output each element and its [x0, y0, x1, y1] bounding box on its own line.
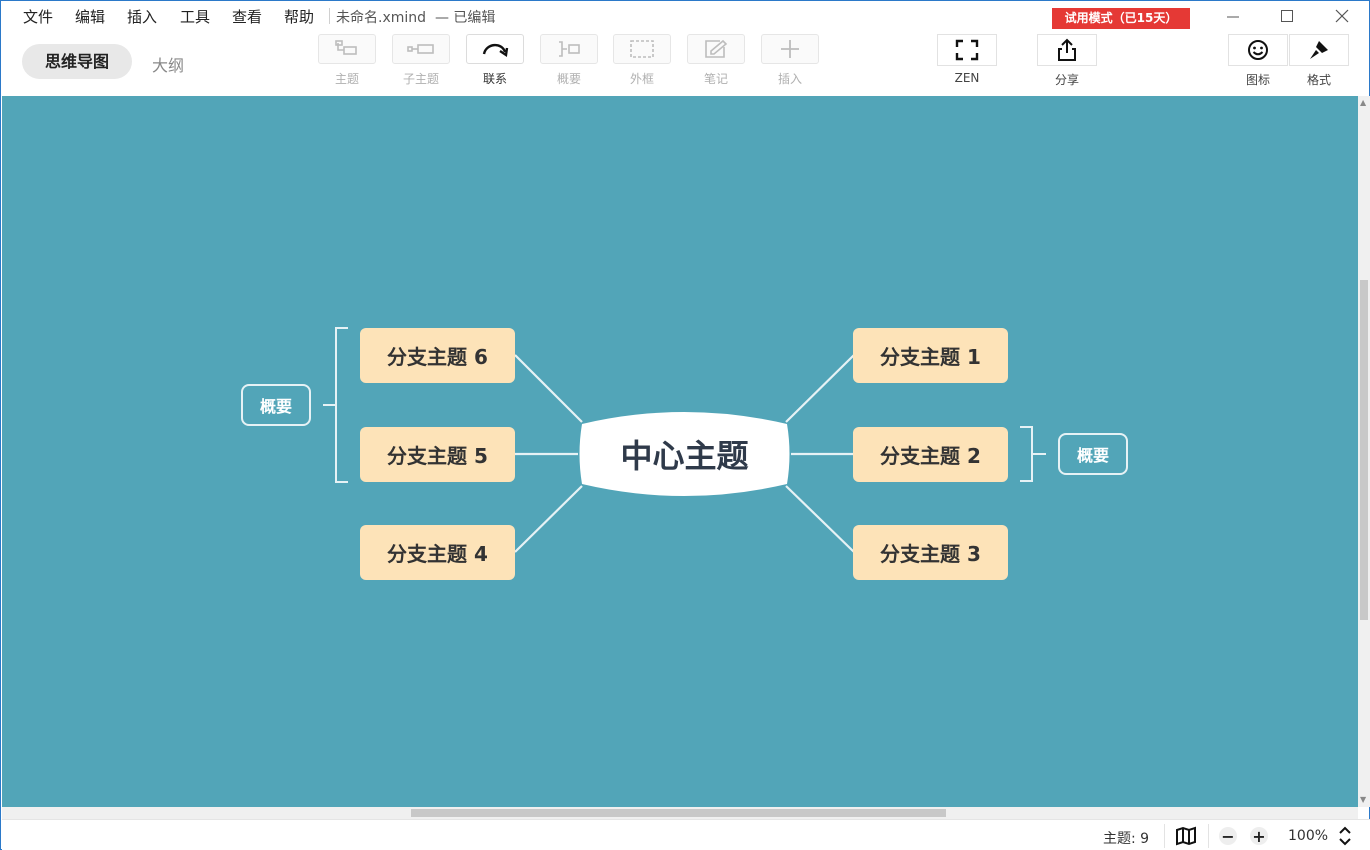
map-view-button[interactable]	[1175, 826, 1197, 850]
link-branch-1	[785, 354, 855, 423]
summary-bracket-left	[335, 327, 348, 483]
toolbar-insert-button[interactable]	[761, 34, 819, 64]
central-topic-text: 中心主题	[620, 437, 749, 475]
map-book-icon	[1176, 826, 1196, 846]
share-button[interactable]	[1037, 34, 1097, 66]
toolbar-summary-label: 概要	[556, 72, 581, 86]
sidebar-icons[interactable]: 图标	[1228, 34, 1288, 88]
icons-panel-button[interactable]	[1228, 34, 1288, 66]
document-filename: 未命名.xmind	[336, 10, 427, 26]
zen-mode[interactable]: ZEN	[937, 34, 997, 85]
menu-insert[interactable]: 插入	[127, 6, 157, 27]
menu-view[interactable]: 查看	[232, 6, 262, 27]
toolbar-subtopic-button[interactable]	[392, 34, 450, 64]
summary-topic-right[interactable]: 概要	[1058, 433, 1128, 475]
minimize-button[interactable]	[1213, 3, 1253, 29]
topic-count: 主题: 9	[1103, 831, 1150, 847]
maximize-button[interactable]	[1267, 3, 1307, 29]
scroll-down-icon[interactable]: ▼	[1360, 795, 1366, 804]
zen-label: ZEN	[954, 71, 980, 85]
central-topic[interactable]: 中心主题	[578, 408, 791, 500]
status-separator	[1208, 824, 1209, 848]
branch-topic-1[interactable]: 分支主题 1	[853, 328, 1008, 383]
smiley-icon	[1248, 40, 1268, 60]
link-branch-4	[514, 485, 583, 553]
summary-topic-left[interactable]: 概要	[241, 384, 311, 426]
close-icon	[1335, 9, 1349, 23]
fullscreen-icon	[955, 39, 979, 61]
vertical-scrollbar[interactable]: ▲ ▼	[1358, 96, 1370, 807]
summary-bracket-right	[1020, 426, 1033, 482]
format-brush-icon	[1310, 41, 1328, 59]
link-branch-3	[785, 485, 855, 553]
share[interactable]: 分享	[1037, 34, 1097, 88]
toolbar-boundary[interactable]: 外框	[613, 34, 671, 87]
branch-topic-6[interactable]: 分支主题 6	[360, 328, 515, 383]
trial-mode-badge[interactable]: 试用模式（已15天）	[1052, 8, 1190, 29]
status-bar: 主题: 9 − + 100%	[2, 819, 1370, 850]
share-upload-icon	[1058, 38, 1076, 61]
title-separator	[329, 8, 330, 24]
scroll-up-icon[interactable]: ▲	[1360, 98, 1366, 107]
plus-icon	[781, 40, 799, 58]
summary-brace-icon	[559, 41, 580, 57]
icons-panel-label: 图标	[1245, 73, 1270, 87]
menu-bar: 文件 编辑 插入 工具 查看 帮助 未命名.xmind — 已编辑 试用模式（已…	[1, 1, 1369, 31]
zen-button[interactable]	[937, 34, 997, 66]
branch-topic-5[interactable]: 分支主题 5	[360, 427, 515, 482]
toolbar-topic-label: 主题	[334, 72, 359, 86]
toolbar-summary-button[interactable]	[540, 34, 598, 64]
toolbar-summary[interactable]: 概要	[540, 34, 598, 87]
toolbar-insert-label: 插入	[777, 72, 802, 86]
menu-edit[interactable]: 编辑	[75, 6, 105, 27]
toolbar-note-label: 笔记	[703, 72, 728, 86]
topic-icon	[335, 40, 357, 55]
toolbar-note[interactable]: 笔记	[687, 34, 745, 87]
toolbar-subtopic[interactable]: 子主题	[392, 34, 450, 87]
relationship-curve-icon	[482, 43, 509, 58]
tab-mindmap[interactable]: 思维导图	[22, 44, 132, 79]
document-title: 未命名.xmind — 已编辑	[336, 7, 495, 27]
menu-file[interactable]: 文件	[23, 6, 53, 27]
horizontal-scroll-thumb[interactable]	[411, 809, 946, 817]
app-window: 文件 编辑 插入 工具 查看 帮助 未命名.xmind — 已编辑 试用模式（已…	[0, 0, 1370, 850]
toolbar-topic-button[interactable]	[318, 34, 376, 64]
subtopic-icon	[407, 44, 434, 54]
vertical-scroll-thumb[interactable]	[1360, 280, 1368, 620]
branch-topic-3[interactable]: 分支主题 3	[853, 525, 1008, 580]
format-panel-label: 格式	[1306, 73, 1331, 87]
link-branch-6	[514, 354, 583, 423]
menu-help[interactable]: 帮助	[284, 6, 314, 27]
toolbar-note-button[interactable]	[687, 34, 745, 64]
toolbar-topic[interactable]: 主题	[318, 34, 376, 87]
sidebar-format[interactable]: 格式	[1289, 34, 1349, 88]
note-edit-icon	[705, 39, 728, 58]
branch-topic-2[interactable]: 分支主题 2	[853, 427, 1008, 482]
mindmap-canvas[interactable]: 中心主题 分支主题 1 分支主题 2 分支主题 3 分支主题 4 分支主题 5 …	[2, 96, 1358, 807]
boundary-dashed-box-icon	[630, 40, 654, 58]
menu-tools[interactable]: 工具	[180, 6, 210, 27]
document-edit-status: — 已编辑	[434, 10, 496, 26]
minimize-icon	[1227, 16, 1239, 18]
share-label: 分享	[1054, 73, 1079, 87]
zoom-level[interactable]: 100%	[1288, 828, 1328, 844]
toolbar-boundary-button[interactable]	[613, 34, 671, 64]
toolbar-boundary-label: 外框	[629, 72, 654, 86]
zoom-out-icon[interactable]: −	[1219, 827, 1237, 846]
toolbar-relationship-button[interactable]	[466, 34, 524, 64]
toolbar-relationship[interactable]: 联系	[466, 34, 524, 87]
toolbar-subtopic-label: 子主题	[402, 72, 439, 86]
maximize-icon	[1281, 10, 1293, 22]
format-panel-button[interactable]	[1289, 34, 1349, 66]
zoom-stepper-icon	[1339, 826, 1351, 846]
toolbar-insert[interactable]: 插入	[761, 34, 819, 87]
status-separator	[1164, 824, 1165, 848]
close-button[interactable]	[1322, 3, 1362, 29]
zoom-stepper[interactable]	[1338, 825, 1352, 850]
zoom-in-icon[interactable]: +	[1250, 827, 1268, 846]
toolbar-relationship-label: 联系	[482, 72, 507, 86]
tab-outline[interactable]: 大纲	[152, 52, 184, 76]
branch-topic-4[interactable]: 分支主题 4	[360, 525, 515, 580]
horizontal-scrollbar[interactable]	[2, 807, 1358, 819]
